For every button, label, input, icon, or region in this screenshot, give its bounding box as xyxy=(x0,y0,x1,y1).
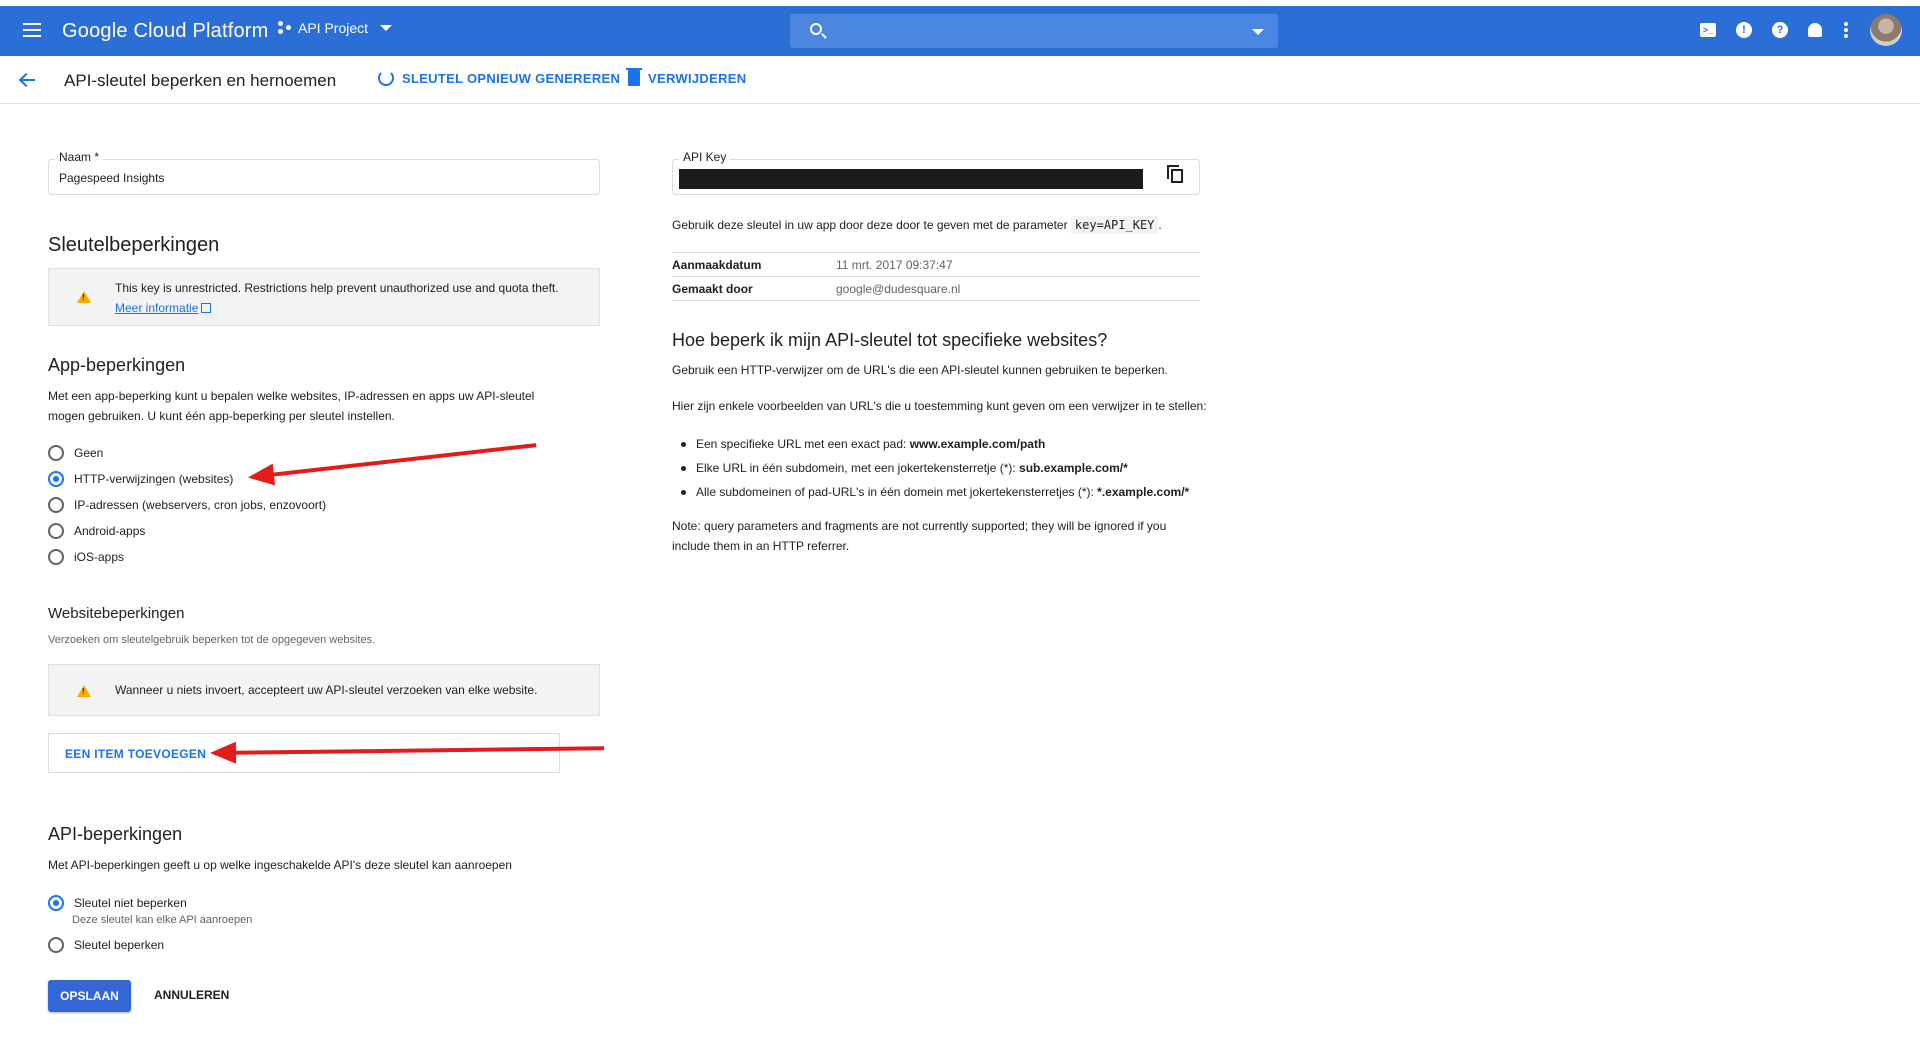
meta-key: Gemaakt door xyxy=(672,281,753,296)
feedback-icon[interactable]: ! xyxy=(1736,22,1752,38)
radio-label: Android-apps xyxy=(74,524,146,538)
usage-suffix: . xyxy=(1158,218,1162,232)
save-button[interactable]: OPSLAAN xyxy=(48,980,131,1012)
list-item: Elke URL in één subdomein, met een joker… xyxy=(678,456,1189,480)
website-restrictions-description: Verzoeken om sleutelgebruik beperken tot… xyxy=(48,634,376,646)
delete-button[interactable]: VERWIJDEREN xyxy=(626,68,747,86)
radio-api-dont-restrict[interactable]: Sleutel niet beperken xyxy=(48,895,187,911)
search-input[interactable] xyxy=(790,14,1278,48)
radio-button[interactable] xyxy=(48,523,64,539)
radio-label: HTTP-verwijzingen (websites) xyxy=(74,472,234,486)
help-examples-intro: Hier zijn enkele voorbeelden van URL's d… xyxy=(672,399,1207,413)
add-item-label: EEN ITEM TOEVOEGEN xyxy=(65,747,207,761)
radio-app-http-referrers[interactable]: HTTP-verwijzingen (websites) xyxy=(48,471,233,487)
api-key-usage-text: Gebruik deze sleutel in uw app door deze… xyxy=(672,216,1162,234)
radio-button[interactable] xyxy=(48,471,64,487)
project-name: API Project xyxy=(298,20,369,36)
more-vert-icon[interactable] xyxy=(1842,20,1850,40)
radio-button[interactable] xyxy=(48,937,64,953)
cancel-button[interactable]: ANNULEREN xyxy=(154,988,229,1002)
api-key-field: API Key xyxy=(672,150,1200,195)
radio-label: Sleutel niet beperken xyxy=(74,896,187,910)
example-url: www.example.com/path xyxy=(909,437,1046,451)
example-text: Alle subdomeinen of pad-URL's in één dom… xyxy=(696,485,1098,499)
radio-label: Geen xyxy=(74,446,104,460)
page-header: API-sleutel beperken en hernoemen SLEUTE… xyxy=(0,56,1920,104)
radio-label: IP-adressen (webservers, cron jobs, enzo… xyxy=(74,498,327,512)
top-bar-actions: >_ ! ? xyxy=(1700,14,1902,46)
search-icon xyxy=(810,23,822,35)
radio-app-ios[interactable]: iOS-apps xyxy=(48,549,124,565)
radio-button[interactable] xyxy=(48,497,64,513)
key-metadata-table: Aanmaakdatum 11 mrt. 2017 09:37:47 Gemaa… xyxy=(672,252,1200,301)
usage-param: key=API_KEY xyxy=(1070,216,1159,234)
trash-icon xyxy=(626,68,642,86)
radio-button[interactable] xyxy=(48,549,64,565)
chevron-down-icon xyxy=(380,25,393,31)
warning-icon xyxy=(77,685,91,697)
example-text: Elke URL in één subdomein, met een joker… xyxy=(696,461,1020,475)
app-restrictions-heading: App-beperkingen xyxy=(48,355,186,375)
radio-app-none[interactable]: Geen xyxy=(48,445,103,461)
help-note: Note: query parameters and fragments are… xyxy=(672,519,1167,553)
empty-referrer-warning: Wanneer u niets invoert, accepteert uw A… xyxy=(48,664,600,716)
usage-prefix: Gebruik deze sleutel in uw app door deze… xyxy=(672,218,1068,232)
hamburger-menu-icon[interactable] xyxy=(20,19,44,43)
example-url: *.example.com/* xyxy=(1097,485,1190,499)
warning-icon xyxy=(77,291,91,303)
key-restrictions-heading: Sleutelbeperkingen xyxy=(48,234,220,256)
help-examples-list: Een specifieke URL met een exact pad: ww… xyxy=(678,432,1189,504)
website-restrictions-heading: Websitebeperkingen xyxy=(48,605,185,622)
radio-button[interactable] xyxy=(48,445,64,461)
meta-value: google@dudesquare.nl xyxy=(836,281,961,296)
notifications-icon[interactable] xyxy=(1808,23,1822,37)
radio-hint: Deze sleutel kan elke API aanroepen xyxy=(72,914,253,926)
table-row: Aanmaakdatum 11 mrt. 2017 09:37:47 xyxy=(672,253,1200,277)
unrestricted-warning-text: This key is unrestricted. Restrictions h… xyxy=(115,281,559,295)
name-field-value[interactable]: Pagespeed Insights xyxy=(59,171,164,185)
api-restrictions-description: Met API-beperkingen geeft u op welke ing… xyxy=(48,858,512,872)
help-heading: Hoe beperk ik mijn API-sleutel tot speci… xyxy=(672,330,1108,350)
name-field[interactable]: Naam * Pagespeed Insights xyxy=(48,150,600,195)
copy-icon[interactable] xyxy=(1167,165,1183,183)
cloud-shell-icon[interactable]: >_ xyxy=(1700,23,1716,37)
brand-title[interactable]: Google Cloud Platform xyxy=(62,20,269,43)
delete-label: VERWIJDEREN xyxy=(648,70,747,86)
radio-app-android[interactable]: Android-apps xyxy=(48,523,145,539)
unrestricted-warning: This key is unrestricted. Restrictions h… xyxy=(48,268,600,326)
annotation-arrow-http-referrers xyxy=(251,443,537,479)
more-info-link[interactable]: Meer informatie xyxy=(115,301,198,315)
example-url: sub.example.com/* xyxy=(1019,461,1128,475)
regenerate-key-label: SLEUTEL OPNIEUW GENEREREN xyxy=(402,70,621,86)
radio-api-restrict[interactable]: Sleutel beperken xyxy=(48,937,164,953)
project-icon xyxy=(278,21,292,35)
meta-key: Aanmaakdatum xyxy=(672,257,762,272)
regenerate-key-button[interactable]: SLEUTEL OPNIEUW GENEREREN xyxy=(378,70,620,86)
refresh-icon xyxy=(378,70,394,86)
avatar[interactable] xyxy=(1870,14,1902,46)
back-arrow-icon[interactable] xyxy=(18,70,38,90)
name-field-label: Naam * xyxy=(55,150,104,164)
radio-button[interactable] xyxy=(48,895,64,911)
empty-referrer-warning-text: Wanneer u niets invoert, accepteert uw A… xyxy=(115,683,538,697)
radio-label: Sleutel beperken xyxy=(74,938,165,952)
search-dropdown-icon[interactable] xyxy=(1252,29,1264,35)
radio-app-ip-addresses[interactable]: IP-adressen (webservers, cron jobs, enzo… xyxy=(48,497,326,513)
help-icon[interactable]: ? xyxy=(1772,22,1788,38)
meta-value: 11 mrt. 2017 09:37:47 xyxy=(836,257,953,272)
radio-label: iOS-apps xyxy=(74,550,125,564)
table-row: Gemaakt door google@dudesquare.nl xyxy=(672,277,1200,301)
api-restrictions-heading: API-beperkingen xyxy=(48,824,183,844)
list-item: Een specifieke URL met een exact pad: ww… xyxy=(678,432,1189,456)
top-app-bar: Google Cloud Platform API Project >_ ! ? xyxy=(0,6,1920,56)
external-link-icon xyxy=(201,303,212,313)
example-text: Een specifieke URL met een exact pad: xyxy=(696,437,910,451)
project-selector[interactable]: API Project xyxy=(278,20,393,36)
app-restrictions-description: Met een app-beperking kunt u bepalen wel… xyxy=(48,389,535,423)
help-intro: Gebruik een HTTP-verwijzer om de URL's d… xyxy=(672,363,1168,377)
page-title: API-sleutel beperken en hernoemen xyxy=(64,71,337,90)
list-item: Alle subdomeinen of pad-URL's in één dom… xyxy=(678,480,1189,504)
api-key-redacted-value xyxy=(679,169,1143,189)
api-key-label: API Key xyxy=(679,150,731,164)
